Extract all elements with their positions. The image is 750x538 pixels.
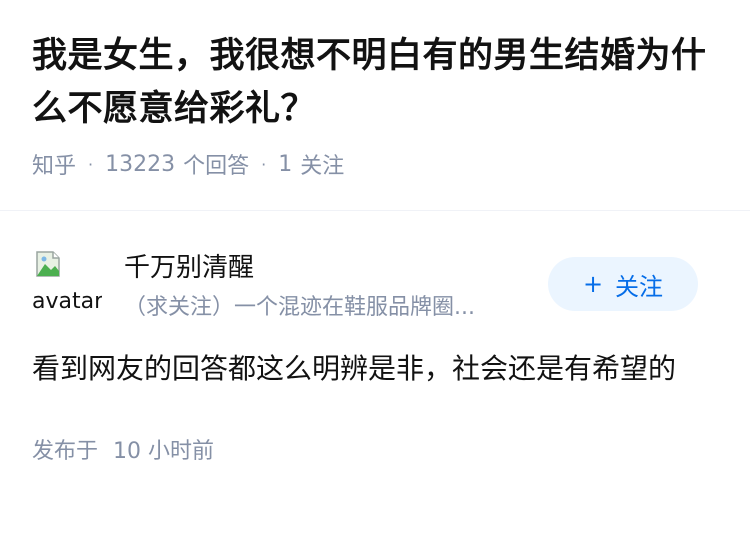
meta-separator: · (261, 154, 267, 174)
time-prefix: 发布于 (32, 439, 99, 464)
answer-count-label: 个回答 (183, 154, 250, 179)
question-meta: 知乎 · 13223 个回答 · 1 关注 (32, 148, 718, 180)
meta-separator: · (88, 154, 94, 174)
author-bio: （求关注）一个混迹在鞋服品牌圈... (124, 295, 475, 320)
answer-card: avatar 千万别清醒 （求关注）一个混迹在鞋服品牌圈... + 关注 看到网… (0, 211, 750, 465)
follow-count-label: 关注 (300, 154, 345, 179)
answer-time: 发布于 10 小时前 (32, 433, 718, 465)
source-label[interactable]: 知乎 (32, 148, 76, 180)
avatar-alt-text: avatar (32, 289, 102, 314)
follow-button-label: 关注 (615, 272, 664, 301)
plus-icon: + (582, 270, 604, 298)
time-value: 10 小时前 (113, 439, 215, 464)
author-name[interactable]: 千万别清醒 (124, 247, 254, 284)
author-row: avatar 千万别清醒 （求关注）一个混迹在鞋服品牌圈... + 关注 (32, 211, 718, 321)
avatar[interactable]: avatar (32, 249, 102, 319)
broken-image-icon (36, 251, 60, 277)
answer-count: 13223 (105, 151, 176, 177)
follow-button[interactable]: + 关注 (548, 257, 698, 311)
answer-content[interactable]: 看到网友的回答都这么明辨是非，社会还是有希望的 (32, 345, 712, 393)
follow-count: 1 (278, 151, 293, 177)
question-title[interactable]: 我是女生，我很想不明白有的男生结婚为什么不愿意给彩礼？ (32, 30, 718, 136)
question-header: 我是女生，我很想不明白有的男生结婚为什么不愿意给彩礼？ 知乎 · 13223 个… (0, 0, 750, 180)
